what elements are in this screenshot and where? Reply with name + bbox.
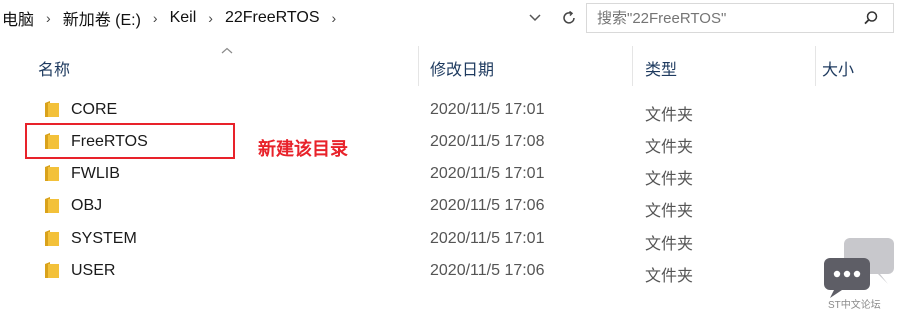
file-type: 文件夹: [645, 268, 694, 285]
sort-ascending-icon: [220, 42, 234, 60]
column-header-row: 名称 修改日期 类型 大小: [0, 40, 904, 90]
chevron-down-icon[interactable]: [528, 13, 542, 23]
watermark-text: ST中文论坛: [828, 300, 881, 311]
column-header-type[interactable]: 类型: [645, 56, 677, 80]
chevron-right-icon[interactable]: ›: [143, 10, 168, 26]
list-item[interactable]: FWLIB 2020/11/5 17:01 文件夹: [0, 158, 760, 190]
list-item[interactable]: SYSTEM 2020/11/5 17:01 文件夹: [0, 223, 760, 255]
refresh-icon[interactable]: [560, 9, 578, 27]
column-header-size[interactable]: 大小: [822, 56, 854, 80]
breadcrumb-item-22freertos[interactable]: 22FreeRTOS: [223, 9, 322, 27]
column-divider[interactable]: [418, 46, 419, 86]
column-divider[interactable]: [632, 46, 633, 86]
list-item[interactable]: OBJ 2020/11/5 17:06 文件夹: [0, 190, 760, 222]
search-icon[interactable]: [863, 10, 879, 31]
column-header-date[interactable]: 修改日期: [430, 56, 494, 80]
file-type: 文件夹: [645, 203, 694, 220]
folder-icon: [44, 164, 60, 187]
file-type: 文件夹: [645, 139, 694, 156]
file-date: 2020/11/5 17:06: [430, 262, 545, 279]
folder-icon: [44, 100, 60, 123]
chevron-right-icon[interactable]: ›: [36, 10, 61, 26]
file-type: 文件夹: [645, 107, 694, 124]
breadcrumb-item-computer[interactable]: 电脑: [0, 6, 36, 30]
chevron-right-icon[interactable]: ›: [198, 10, 223, 26]
folder-icon: [44, 261, 60, 284]
list-item[interactable]: CORE 2020/11/5 17:01 文件夹: [0, 94, 760, 126]
file-name: USER: [71, 262, 116, 279]
file-type: 文件夹: [645, 236, 694, 253]
folder-icon: [44, 196, 60, 219]
search-input[interactable]: [587, 8, 859, 28]
breadcrumb-item-keil[interactable]: Keil: [168, 9, 199, 27]
column-divider[interactable]: [815, 46, 816, 86]
file-date: 2020/11/5 17:01: [430, 230, 545, 247]
file-name: CORE: [71, 101, 118, 118]
breadcrumb-item-drive[interactable]: 新加卷 (E:): [61, 6, 143, 30]
highlight-box: [25, 123, 235, 159]
file-name: FWLIB: [71, 165, 120, 182]
list-item[interactable]: USER 2020/11/5 17:06 文件夹: [0, 255, 760, 287]
file-date: 2020/11/5 17:01: [430, 101, 545, 118]
file-type: 文件夹: [645, 171, 694, 188]
address-bar-controls: [528, 0, 578, 36]
file-date: 2020/11/5 17:06: [430, 197, 545, 214]
search-box: [586, 3, 894, 33]
chevron-right-icon[interactable]: ›: [322, 10, 347, 26]
column-header-name[interactable]: 名称: [38, 56, 70, 80]
annotation-label: 新建该目录: [258, 139, 348, 159]
file-name: SYSTEM: [71, 230, 137, 247]
file-date: 2020/11/5 17:08: [430, 133, 545, 150]
file-date: 2020/11/5 17:01: [430, 165, 545, 182]
file-name: OBJ: [71, 197, 103, 214]
breadcrumb: 电脑 › 新加卷 (E:) › Keil › 22FreeRTOS ›: [0, 0, 578, 36]
folder-icon: [44, 229, 60, 252]
